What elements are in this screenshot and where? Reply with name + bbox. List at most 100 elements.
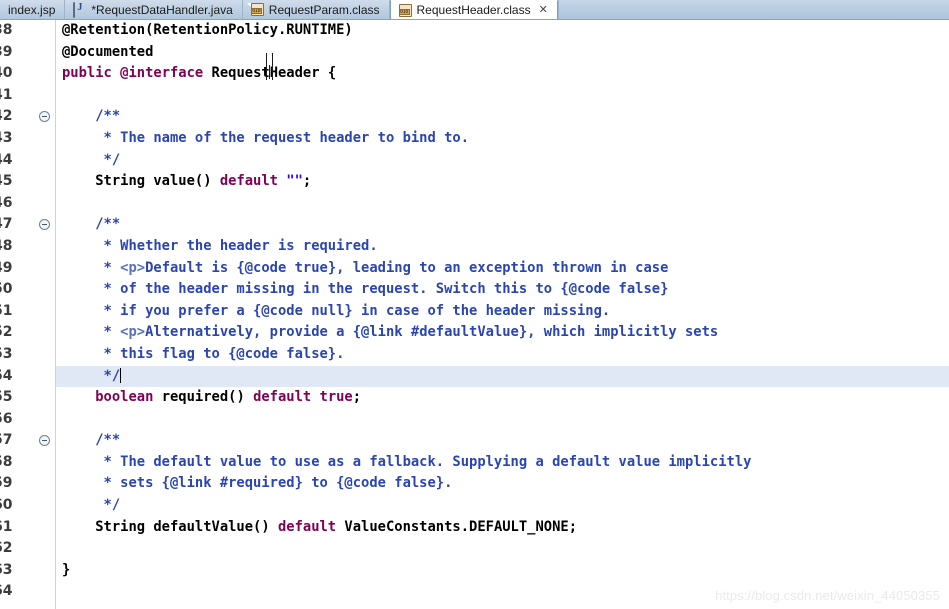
code-line[interactable]: @Documented [56, 42, 949, 64]
line-number: 45 [0, 173, 13, 190]
line-number: 52 [0, 324, 13, 341]
code-token-doc: * [62, 259, 121, 276]
editor-tab-label: RequestHeader.class [416, 3, 531, 17]
code-token-doc: * [62, 324, 121, 341]
line-number: 54 [0, 367, 13, 384]
line-number: 61 [0, 518, 13, 535]
line-number: 47 [0, 214, 55, 236]
code-line[interactable]: */ [56, 495, 949, 517]
code-line[interactable]: String value() default ""; [56, 171, 949, 193]
line-number: 62 [0, 540, 13, 557]
java-file-icon [73, 2, 86, 18]
code-line[interactable] [56, 538, 949, 560]
code-line[interactable]: */ [56, 365, 949, 388]
code-line[interactable]: * of the header missing in the request. … [56, 279, 949, 301]
line-number: 60 [0, 497, 13, 514]
line-number: 40 [0, 65, 13, 82]
code-token-kw: default [277, 518, 345, 535]
code-token-doc: */ [62, 367, 121, 384]
code-token-doc: /** [62, 216, 121, 233]
code-token-doc: /** [62, 432, 121, 449]
code-line[interactable] [56, 409, 949, 431]
fold-collapse-icon[interactable] [39, 111, 50, 123]
line-number-gutter: 38 39 40 41 4243 44 45 46 4748 49 50 51 52 53 54 55 56 57… [0, 20, 56, 609]
editor-tab-requestparamclass[interactable]: 010 RequestParam.class [242, 0, 390, 19]
editor-tab-label: *RequestDataHandler.java [91, 2, 233, 17]
line-number: 43 [0, 129, 13, 146]
class-file-icon: 010 [394, 3, 412, 17]
code-line[interactable]: /** [56, 106, 949, 128]
code-line[interactable]: /** [56, 214, 949, 236]
line-number: 64 [0, 583, 13, 600]
line-number: 49 [0, 259, 13, 276]
code-token-plain: } [62, 561, 71, 578]
close-icon[interactable]: ✕ [539, 4, 548, 16]
code-line[interactable] [56, 581, 949, 603]
editor-tab-bar: index.jsp *RequestDataHandler.java 010 Requ… [0, 0, 949, 20]
code-token-kw: default [253, 389, 320, 406]
editor-tab-label: index.jsp [8, 2, 56, 17]
code-line[interactable]: * Whether the header is required. [56, 236, 949, 258]
code-token-doc: * sets {@link #required} to {@code false… [62, 475, 453, 492]
code-token-kw: boolean [62, 389, 162, 406]
code-token-doc: * The name of the request header to bind… [62, 129, 470, 146]
code-line[interactable]: * The name of the request header to bind… [56, 128, 949, 150]
code-line[interactable]: * this flag to {@code false}. [56, 344, 949, 366]
code-editor[interactable]: 38 39 40 41 4243 44 45 46 4748 49 50 51 52 53 54 55 56 57… [0, 20, 949, 609]
code-token-kw: public [62, 65, 121, 82]
code-line[interactable]: * The default value to use as a fallback… [56, 452, 949, 474]
text-caret [120, 367, 122, 383]
line-number: 39 [0, 43, 13, 60]
code-token-html: <p> [120, 259, 146, 276]
code-line[interactable]: * <p>Alternatively, provide a {@link #de… [56, 322, 949, 344]
code-line[interactable]: * <p>Default is {@code true}, leading to… [56, 258, 949, 280]
code-token-doc: */ [62, 497, 121, 514]
code-token-plain: ValueConstants.DEFAULT_NONE; [344, 518, 578, 535]
code-token-doc: * if you prefer a {@code null} in case o… [62, 302, 611, 319]
fold-collapse-icon[interactable] [39, 435, 50, 447]
code-line[interactable]: * sets {@link #required} to {@code false… [56, 473, 949, 495]
code-token-kw: default [219, 173, 287, 190]
code-line[interactable]: * if you prefer a {@code null} in case o… [56, 301, 949, 323]
code-token-doc: * Whether the header is required. [62, 237, 378, 254]
line-number: 55 [0, 389, 13, 406]
code-token-plain: @Retention(RetentionPolicy.RUNTIME) [62, 22, 353, 38]
line-number: 56 [0, 410, 13, 427]
line-number: 57 [0, 430, 55, 452]
tab-bar-filler [557, 0, 949, 19]
code-token-str: "" [286, 173, 303, 190]
code-line[interactable]: public @interface RequestHeader { [56, 63, 949, 85]
code-line[interactable]: boolean required() default true; [56, 387, 949, 409]
line-number: 38 [0, 22, 13, 38]
code-token-doc: * this flag to {@code false}. [62, 345, 345, 362]
line-number: 59 [0, 475, 13, 492]
code-token-plain: String defaultValue() [62, 518, 278, 535]
code-line[interactable]: String defaultValue() default ValueConst… [56, 517, 949, 539]
code-line[interactable]: /** [56, 430, 949, 452]
code-token-kw: @interface [120, 65, 212, 82]
line-number: 41 [0, 86, 13, 103]
editor-tab-label: RequestParam.class [268, 2, 380, 17]
code-line[interactable]: */ [56, 150, 949, 172]
code-line[interactable]: } [56, 560, 949, 582]
code-token-plain: @Documented [62, 43, 154, 60]
editor-tab-requestheaderclass[interactable]: 010 RequestHeader.class ✕ [389, 0, 558, 19]
editor-tab-indexjsp[interactable]: index.jsp [0, 0, 66, 19]
line-number: 53 [0, 345, 13, 362]
code-token-plain: String value() [62, 173, 220, 190]
code-token-doc: Alternatively, provide a {@link #default… [145, 324, 719, 341]
code-token-plain: ; [352, 389, 362, 406]
line-number: 42 [0, 106, 55, 128]
code-token-doc: Default is {@code true}, leading to an e… [145, 259, 669, 276]
code-token-doc: * of the header missing in the request. … [62, 281, 669, 298]
code-line[interactable] [56, 193, 949, 215]
editor-tab-requestdatahandlerjava[interactable]: *RequestDataHandler.java [65, 0, 243, 19]
fold-collapse-icon[interactable] [39, 219, 50, 231]
code-area[interactable]: @Retention(RetentionPolicy.RUNTIME) @Docu… [56, 20, 949, 609]
code-token-doc: /** [62, 108, 121, 125]
code-line[interactable]: @Retention(RetentionPolicy.RUNTIME) [56, 20, 949, 42]
code-token-plain: Request [211, 65, 270, 82]
code-line[interactable] [56, 85, 949, 107]
line-number: 46 [0, 194, 13, 211]
code-token-doc: * The default value to use as a fallback… [62, 453, 752, 470]
